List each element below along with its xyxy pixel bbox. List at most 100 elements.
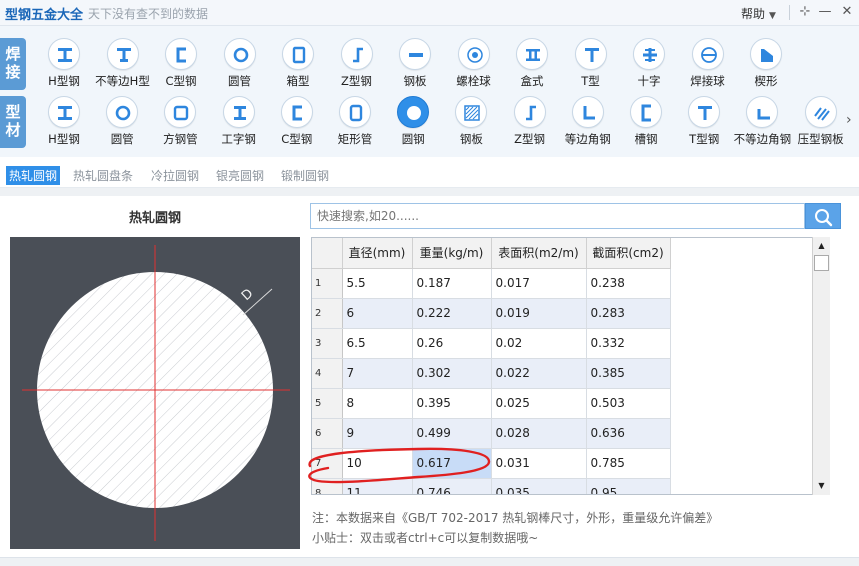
close-button[interactable]: ✕: [838, 3, 856, 21]
table-cell[interactable]: 0.02: [491, 328, 587, 359]
subtab-3[interactable]: 银亮圆钢: [213, 166, 267, 185]
category-tab-profile[interactable]: 型材: [0, 96, 26, 148]
table-cell[interactable]: 0.019: [491, 298, 587, 329]
panel-title: 热轧圆钢: [128, 211, 181, 226]
subtab-1[interactable]: 热轧圆盘条: [70, 166, 136, 185]
table-cell[interactable]: 0.028: [491, 418, 587, 449]
table-cell[interactable]: 0.283: [586, 298, 671, 329]
table-cell[interactable]: 0.636: [586, 418, 671, 449]
z-section-icon: [352, 47, 363, 63]
tool-item-round-tube[interactable]: 圆管: [98, 96, 146, 147]
tool-item-corrugated-plate[interactable]: 压型钢板: [797, 96, 845, 147]
table-scrollbar[interactable]: ▲ ▼: [812, 237, 830, 495]
column-header[interactable]: 表面积(m2/m): [491, 238, 587, 269]
tool-item-square-tube[interactable]: 方钢管: [156, 96, 204, 147]
subtab-0[interactable]: 热轧圆钢: [6, 166, 61, 185]
table-cell[interactable]: 0.238: [586, 268, 671, 299]
pin-button[interactable]: ⊹: [796, 3, 814, 21]
table-cell[interactable]: 0.395: [412, 388, 492, 419]
tool-item-round-tube[interactable]: 圆管: [216, 38, 264, 89]
table-cell[interactable]: 0.025: [491, 388, 587, 419]
row-filler: [670, 418, 829, 448]
tool-item-t-section[interactable]: T型钢: [680, 96, 728, 147]
table-cell[interactable]: 0.26: [412, 328, 492, 359]
subtab-4[interactable]: 锻制圆钢: [278, 166, 332, 185]
category-tab-welding[interactable]: 焊接: [0, 38, 26, 90]
tool-item-steel-plate[interactable]: 钢板: [447, 96, 495, 147]
scroll-down-icon[interactable]: ▼: [813, 478, 830, 494]
tool-item-round-bar[interactable]: 圆钢: [389, 96, 437, 147]
table-cell[interactable]: 0.031: [491, 448, 587, 479]
tool-item-z-section[interactable]: Z型钢: [506, 96, 554, 147]
table-cell[interactable]: 0.222: [412, 298, 492, 329]
tool-item-flat-plate[interactable]: 钢板: [391, 38, 439, 89]
column-header[interactable]: 截面积(cm2): [586, 238, 671, 269]
tool-item-unequal-angle[interactable]: 不等边角钢: [734, 96, 791, 147]
tool-item-cross-section[interactable]: 十字: [625, 38, 673, 89]
table-cell[interactable]: 0.302: [412, 358, 492, 389]
table-cell[interactable]: 10: [342, 448, 413, 479]
table-cell[interactable]: 0.022: [491, 358, 587, 389]
search-button[interactable]: [805, 203, 841, 229]
table-cell[interactable]: 0.95: [586, 478, 671, 494]
table-row[interactable]: 7 10 0.617 0.031 0.785: [312, 448, 829, 479]
table-cell[interactable]: 7: [342, 358, 413, 389]
scroll-thumb[interactable]: [814, 255, 829, 271]
table-row[interactable]: 8 11 0.746 0.035 0.95: [312, 478, 829, 494]
table-cell[interactable]: 0.035: [491, 478, 587, 494]
table-cell[interactable]: 5.5: [342, 268, 413, 299]
table-header-row: 直径(mm) 重量(kg/m) 表面积(m2/m) 截面积(cm2): [312, 238, 829, 269]
subtab-2[interactable]: 冷拉圆钢: [148, 166, 202, 185]
table-cell[interactable]: 0.503: [586, 388, 671, 419]
category-label: 焊接: [5, 45, 21, 81]
minimize-button[interactable]: —: [816, 3, 834, 21]
table-row[interactable]: 3 6.5 0.26 0.02 0.332: [312, 328, 829, 359]
table-cell[interactable]: 8: [342, 388, 413, 419]
table-cell[interactable]: 0.499: [412, 418, 492, 449]
tool-item-i-beam[interactable]: 工字钢: [215, 96, 263, 147]
chevron-right-icon[interactable]: ›: [846, 112, 852, 128]
table-row[interactable]: 5 8 0.395 0.025 0.503: [312, 388, 829, 419]
table-cell[interactable]: 11: [342, 478, 413, 494]
tool-item-equal-angle[interactable]: 等边角钢: [564, 96, 612, 147]
table-cell[interactable]: 9: [342, 418, 413, 449]
cross-section-icon: [643, 48, 657, 62]
tool-item-channel[interactable]: 槽钢: [622, 96, 670, 147]
table-cell[interactable]: 0.017: [491, 268, 587, 299]
table-cell[interactable]: 0.746: [412, 478, 492, 494]
table-row[interactable]: 6 9 0.499 0.028 0.636: [312, 418, 829, 449]
scroll-up-icon[interactable]: ▲: [813, 238, 830, 254]
tool-item-box-section[interactable]: 箱型: [274, 38, 322, 89]
tool-item-z-section[interactable]: Z型钢: [333, 38, 381, 89]
search-input[interactable]: [310, 203, 805, 229]
tool-icon-frame: [48, 38, 80, 70]
tool-item-wedge[interactable]: 楔形: [742, 38, 790, 89]
tool-item-rect-tube[interactable]: 矩形管: [331, 96, 379, 147]
table-row[interactable]: 4 7 0.302 0.022 0.385: [312, 358, 829, 389]
row-filler: [670, 388, 829, 418]
column-header[interactable]: 直径(mm): [342, 238, 413, 269]
tool-item-c-channel[interactable]: C型钢: [157, 38, 205, 89]
tool-item-t-beam[interactable]: 不等边H型: [95, 38, 150, 89]
table-cell[interactable]: 0.385: [586, 358, 671, 389]
corrugated-plate-icon: [813, 107, 830, 121]
table-cell[interactable]: 0.617: [412, 448, 492, 479]
tool-item-box-type[interactable]: 盒式: [508, 38, 556, 89]
table-cell[interactable]: 6.5: [342, 328, 413, 359]
table-row[interactable]: 1 5.5 0.187 0.017 0.238: [312, 268, 829, 299]
tool-item-bolt-ball[interactable]: 螺栓球: [450, 38, 498, 89]
box-section-icon: [292, 46, 306, 64]
column-header[interactable]: 重量(kg/m): [412, 238, 492, 269]
tool-item-c-channel[interactable]: C型钢: [273, 96, 321, 147]
table-cell[interactable]: 0.785: [586, 448, 671, 479]
table-cell[interactable]: 0.187: [412, 268, 492, 299]
tool-item-h-beam[interactable]: H型钢: [40, 96, 88, 147]
table-cell[interactable]: 6: [342, 298, 413, 329]
tool-item-t-section[interactable]: T型: [567, 38, 615, 89]
tool-item-weld-ball[interactable]: 焊接球: [684, 38, 732, 89]
tool-item-h-beam[interactable]: H型钢: [40, 38, 88, 89]
table-cell[interactable]: 0.332: [586, 328, 671, 359]
help-menu[interactable]: 帮助 ▼: [741, 5, 776, 22]
table-body: 1 5.5 0.187 0.017 0.238 2 6 0.222 0.019 0.283 3 6.5…: [312, 268, 829, 494]
table-row[interactable]: 2 6 0.222 0.019 0.283: [312, 298, 829, 329]
